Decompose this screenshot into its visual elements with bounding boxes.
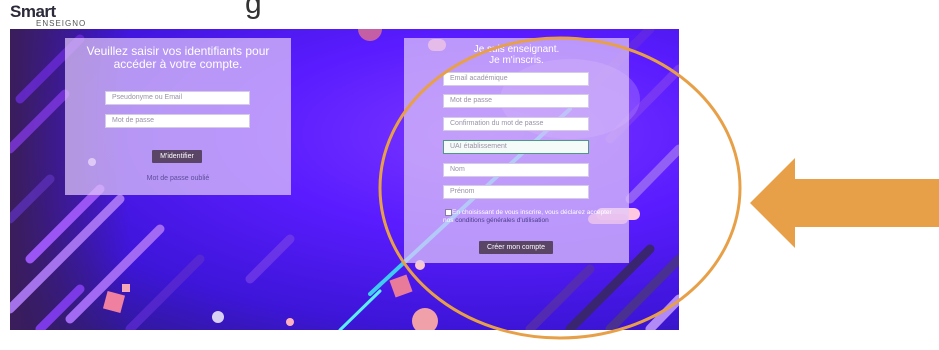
forgot-password-link[interactable]: Mot de passe oublié	[128, 175, 228, 182]
smart-enseigno-logo[interactable]: Smart ENSEIGNO	[10, 2, 100, 30]
annotation-arrow-icon	[750, 158, 939, 248]
cropped-heading-fragment: g	[245, 0, 262, 20]
logo-subtext: ENSEIGNO	[36, 19, 87, 28]
login-title: Veuillez saisir vos identifiants pour ac…	[86, 44, 270, 71]
annotation-circle	[378, 36, 742, 340]
login-submit-button[interactable]: M'identifier	[152, 150, 202, 163]
password-input[interactable]: Mot de passe	[105, 114, 250, 128]
username-input[interactable]: Pseudonyme ou Email	[105, 91, 250, 105]
login-panel: Veuillez saisir vos identifiants pour ac…	[65, 38, 291, 195]
